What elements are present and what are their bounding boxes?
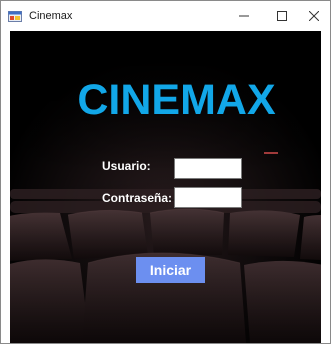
user-label: Usuario: [102,159,151,173]
password-input[interactable] [174,187,242,208]
maximize-icon [277,11,287,21]
close-button[interactable] [297,1,330,31]
login-window: Cinemax CINEMAX Usuario: Contraseña: Ini… [0,0,331,344]
title-bar[interactable]: Cinemax [1,1,330,31]
minimize-button[interactable] [227,1,261,31]
window-title: Cinemax [29,10,73,22]
password-label: Contraseña: [102,191,173,205]
user-input[interactable] [174,158,242,179]
login-panel: CINEMAX Usuario: Contraseña: Iniciar [10,31,321,343]
login-button[interactable]: Iniciar [136,257,205,283]
brand-title: CINEMAX [77,76,276,124]
minimize-icon [239,15,249,17]
app-icon [8,11,22,22]
close-icon [309,11,319,21]
maximize-button[interactable] [265,1,299,31]
